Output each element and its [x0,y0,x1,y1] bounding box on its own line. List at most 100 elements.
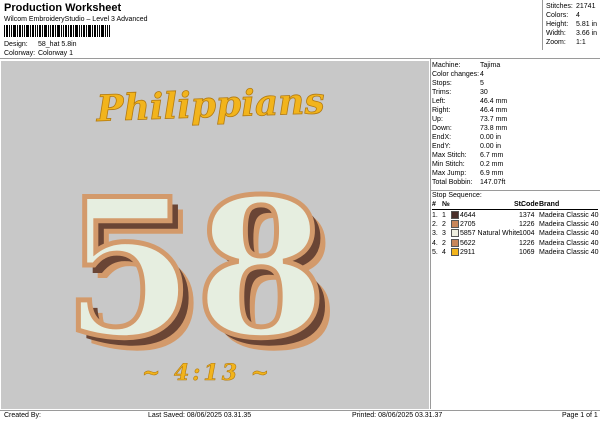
machine-info-label: Trims: [432,89,452,96]
machine-info-value: 4 [480,71,484,78]
summary-height-value: 5.81 in [576,21,598,28]
machine-info-label: Color changes: [432,71,480,78]
stop-color-name: 2705 [460,221,476,229]
stop-number: 2 [442,221,446,229]
machine-info-value: 147.07ft [480,179,506,186]
stop-number: 4 [442,248,446,256]
stop-row: 3. 3 5857 Natural White 1004 Madeira Classic… [432,229,599,238]
footer-divider [0,410,600,411]
stop-brand: Madeira Classic 40 [539,239,599,247]
design-value: 58_hat 5.8in [38,41,77,48]
stop-color-name: 5622 [460,239,476,247]
machine-info-label: Up: [432,116,443,123]
summary-stitches-label: Stitches: [546,3,573,10]
stop-index: 2. [432,221,438,229]
barcode-image [4,25,110,37]
machine-info-label: Max Jump: [432,170,467,177]
info-panel-divider [430,59,431,409]
stop-brand: Madeira Classic 40 [539,221,599,229]
summary-stitches-value: 21741 [576,3,596,10]
machine-info-label: Down: [432,125,452,132]
machine-info-label: Stops: [432,80,452,87]
stop-index: 5. [432,248,438,256]
stop-index: 1. [432,212,438,219]
embroidery-artwork: Philippians 58 58 58 ~ 4:13 ~ [60,80,340,394]
machine-info-label: Right: [432,107,451,114]
col-code-header: Code [521,201,539,208]
header-divider [0,58,600,59]
stop-row: 5. 4 2911 1069 Madeira Classic 40 [432,247,599,257]
created-by: Created By: [4,412,41,419]
stop-sequence-divider [430,190,600,191]
machine-info-value: 6.7 mm [480,152,504,159]
design-label: Design: [4,41,28,48]
last-saved: Last Saved: 08/06/2025 03.31.35 [148,412,252,419]
stop-row: 2. 2 2705 1226 Madeira Classic 40 [432,220,599,229]
stop-number: 2 [442,239,446,247]
summary-zoom-value: 1:1 [576,39,586,46]
col-number-header: № [442,201,450,208]
summary-height-label: Height: [546,21,569,28]
stop-row: 1. 1 4644 1374 Madeira Classic 40 [432,211,599,220]
summary-width-value: 3.66 in [576,30,598,37]
stop-stitches: 1004 [519,230,535,238]
stop-color-swatch [451,211,459,219]
top-word-text: Philippians [95,80,325,130]
stop-color-name: 2911 [460,248,476,256]
stop-stitches: 1374 [519,212,535,219]
stop-brand: Madeira Classic 40 [539,212,599,219]
machine-info-label: Left: [432,98,446,105]
stop-stitches: 1226 [519,239,535,247]
stop-color-swatch [451,247,459,256]
stop-brand: Madeira Classic 40 [539,248,599,256]
machine-info-value: 0.00 in [480,134,502,141]
stop-sequence-header: # № St. Code Brand [432,200,598,209]
machine-info-value: 46.4 mm [480,98,508,105]
stop-number: 1 [442,212,446,219]
machine-info-value: 46.4 mm [480,107,508,114]
summary-width-label: Width: [546,30,566,37]
stop-color-name: 4644 [460,212,476,219]
machine-info-label: Total Bobbin: [432,179,473,186]
stop-index: 4. [432,239,438,247]
stop-brand: Madeira Classic 40 [539,230,599,238]
design-preview: Philippians 58 58 58 ~ 4:13 ~ [1,61,429,409]
stop-sequence-title: Stop Sequence: [432,192,482,199]
machine-info-value: 73.7 mm [480,116,508,123]
software-subtitle: Wilcom EmbroideryStudio – Level 3 Advanc… [4,16,148,23]
colorway-value: Colorway 1 [38,50,74,57]
machine-info-label: EndY: [432,143,451,150]
machine-info-label: Max Stitch: [432,152,467,159]
page-number: Page 1 of 1 [562,412,598,419]
machine-info-label: Machine: [432,62,461,69]
number-face: 58 [63,157,327,380]
summary-divider [542,0,543,50]
stop-color-swatch [451,229,459,238]
printed-date: Printed: 08/06/2025 03.31.37 [352,412,443,419]
machine-info-label: EndX: [432,134,452,141]
colorway-label: Colorway: [4,50,36,57]
stop-stitches: 1226 [519,221,535,229]
stop-color-name: 5857 Natural White [460,230,520,238]
col-index-header: # [432,201,436,208]
number-58-graphic: 58 58 58 [60,155,340,394]
machine-info-label: Min Stitch: [432,161,465,168]
stop-color-swatch [451,238,459,247]
stop-number: 3 [442,230,446,238]
machine-info-value: Tajima [480,62,501,69]
machine-info-value: 73.8 mm [480,125,508,132]
bottom-verse-text: ~ 4:13 ~ [142,360,272,386]
machine-info-value: 6.9 mm [480,170,504,177]
stop-color-swatch [451,220,459,229]
machine-info-value: 5 [480,80,484,87]
stop-index: 3. [432,230,438,238]
summary-colors-label: Colors: [546,12,569,19]
machine-info-value: 0.2 mm [480,161,504,168]
stop-header-underline [432,209,598,210]
machine-info-value: 30 [480,89,488,96]
machine-info-value: 0.00 in [480,143,502,150]
summary-colors-value: 4 [576,12,580,19]
stop-stitches: 1069 [519,248,535,256]
col-brand-header: Brand [539,201,560,208]
page-title: Production Worksheet [4,2,122,14]
